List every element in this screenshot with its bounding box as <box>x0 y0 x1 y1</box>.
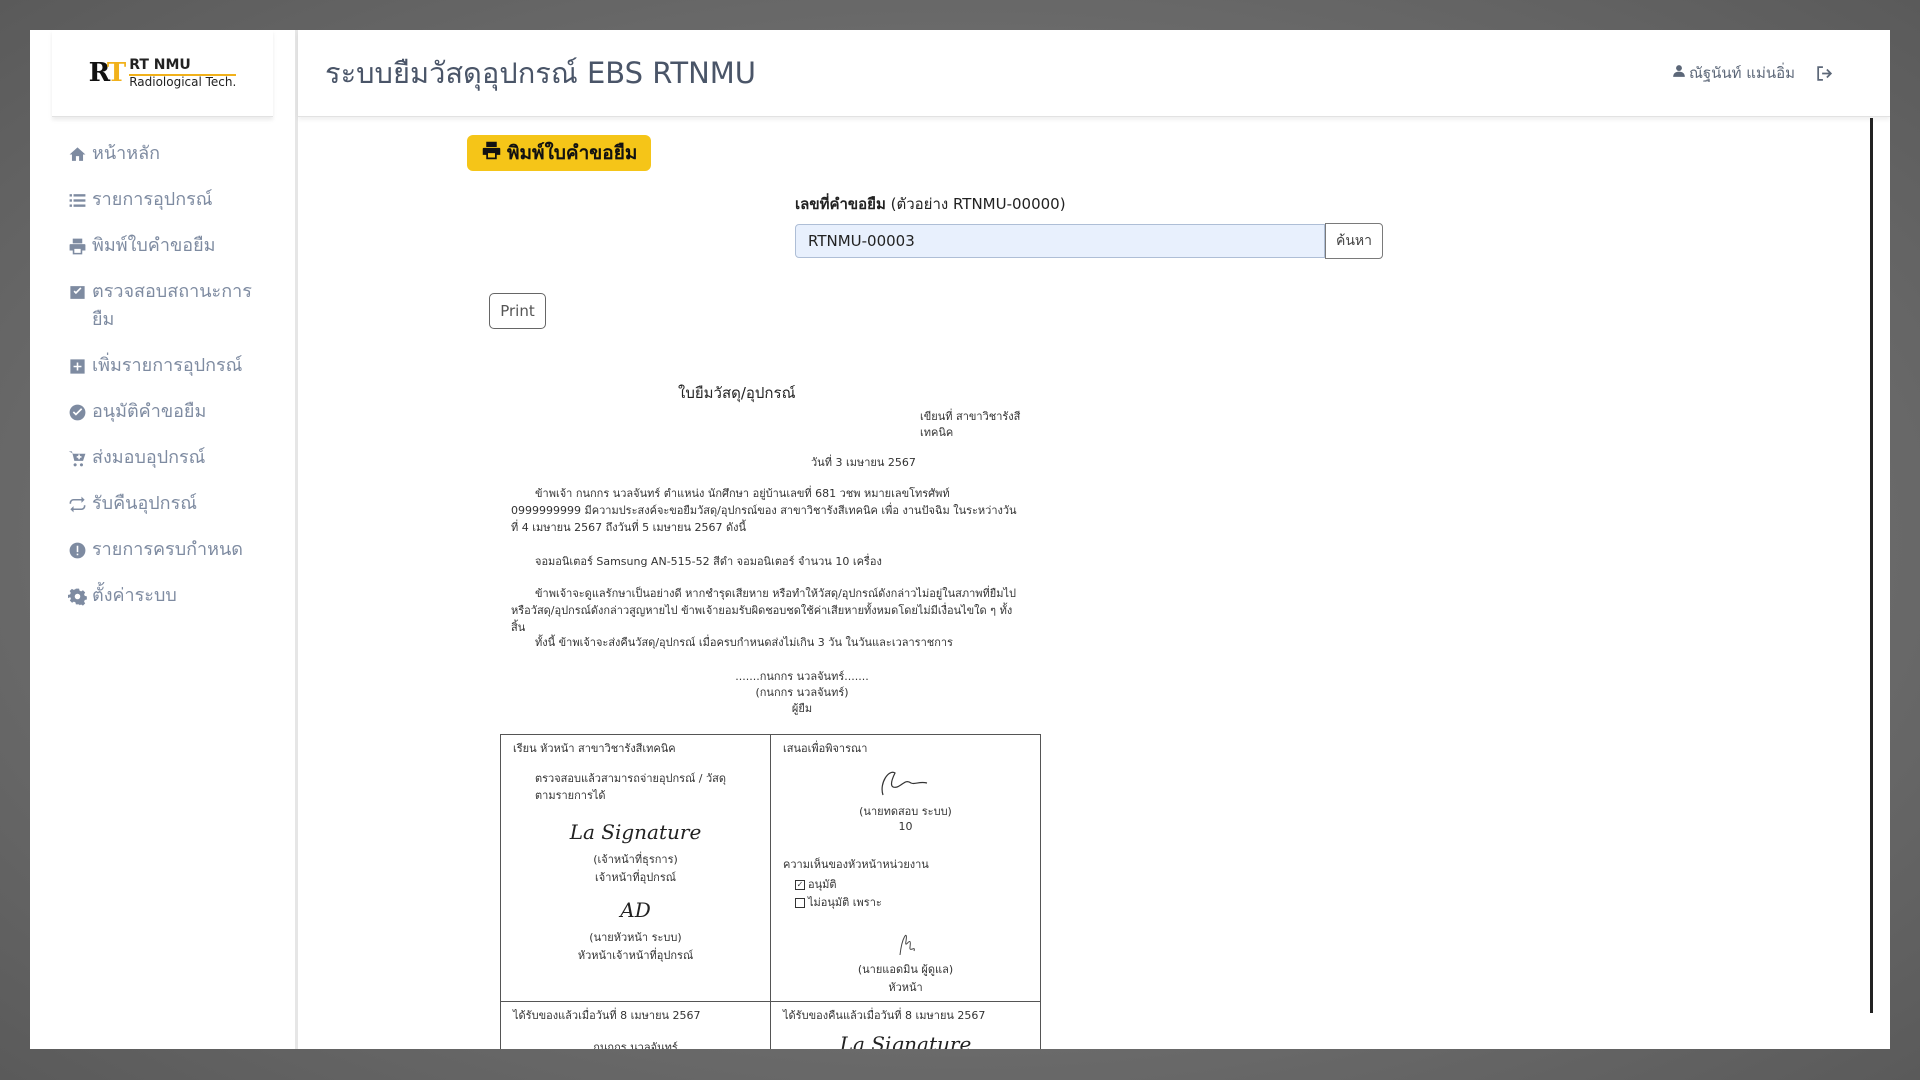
print-button[interactable]: Print <box>489 293 546 329</box>
signer-name: (เจ้าหน้าที่ธุรการ) <box>593 853 678 866</box>
reject-option: ไม่อนุมัติ เพราะ <box>795 893 1028 911</box>
cell-heading: ได้รับของแล้วเมื่อวันที่ 8 เมษายน 2567 <box>513 1009 701 1022</box>
cell-heading: เสนอเพื่อพิจารณา <box>783 742 868 755</box>
request-number-label: เลขที่คำขอยืม (ตัวอย่าง RTNMU-00000) <box>795 192 1066 216</box>
return-icon <box>68 490 88 518</box>
request-number-hint: (ตัวอย่าง RTNMU-00000) <box>885 195 1066 213</box>
user-icon <box>1672 64 1689 82</box>
page-title: ระบบยืมวัสดุอุปกรณ์ EBS RTNMU <box>325 56 757 90</box>
request-number-label-bold: เลขที่คำขอยืม <box>795 195 886 213</box>
sidebar-item-equipment-list[interactable]: รายการอุปกรณ์ <box>30 177 295 223</box>
approval-table: เรียน หัวหน้า สาขาวิชารังสีเทคนิค ตรวจสอ… <box>500 734 1041 1049</box>
sidebar-item-add-equipment[interactable]: เพิ่มรายการอุปกรณ์ <box>30 343 295 389</box>
document-title: ใบยืมวัสดุ/อุปกรณ์ <box>678 384 796 402</box>
logout-icon[interactable] <box>1815 64 1837 83</box>
sidebar: RT RT NMU Radiological Tech. หน้าหลัก รา… <box>30 30 298 1049</box>
received-cell: ได้รับของแล้วเมื่อวันที่ 8 เมษายน 2567 .… <box>500 1001 771 1049</box>
sidebar-item-label: เพิ่มรายการอุปกรณ์ <box>92 355 243 376</box>
receiver-signature: .......กนกกร นวลจันทร์....... <box>568 1041 703 1049</box>
signer-number: 10 <box>898 820 913 833</box>
plus-square-icon <box>68 352 88 380</box>
signature-image <box>783 927 1028 960</box>
sidebar-item-print-request[interactable]: พิมพ์ใบคำขอยืม <box>30 223 295 269</box>
document-paragraph: ข้าพเจ้า กนกกร นวลจันทร์ ตำแหน่ง นักศึกษ… <box>511 487 1017 534</box>
sidebar-item-overdue[interactable]: รายการครบกำหนด <box>30 527 295 573</box>
sidebar-item-check-status[interactable]: ตรวจสอบสถานะการยืม <box>30 269 295 343</box>
cart-icon <box>68 444 88 472</box>
print-request-label: พิมพ์ใบคำขอยืม <box>507 142 638 164</box>
request-number-input[interactable] <box>795 224 1325 258</box>
sidebar-item-deliver-equipment[interactable]: ส่งมอบอุปกรณ์ <box>30 435 295 481</box>
sidebar-item-label: หน้าหลัก <box>92 143 161 164</box>
cell-heading: เรียน หัวหน้า สาขาวิชารังสีเทคนิค <box>513 742 676 755</box>
sidebar-item-label: รายการครบกำหนด <box>92 539 243 560</box>
checked-box-icon: ✓ <box>795 880 805 890</box>
cell-text: ตรวจสอบแล้วสามารถจ่ายอุปกรณ์ / วัสดุตามร… <box>535 772 727 802</box>
brand-subtitle: Radiological Tech. <box>129 74 237 89</box>
inbox-check-icon <box>68 278 88 306</box>
document-paragraph: ทั้งนี้ ข้าพเจ้าจะส่งคืนวัสดุ/อุปกรณ์ เม… <box>535 636 953 649</box>
alert-circle-icon <box>68 536 88 564</box>
signer-name: (นายหัวหน้า ระบบ) <box>589 931 682 944</box>
app-window: RT RT NMU Radiological Tech. หน้าหลัก รา… <box>30 30 1890 1049</box>
print-request-button[interactable]: พิมพ์ใบคำขอยืม <box>467 135 652 171</box>
sidebar-item-label: ตั้งค่าระบบ <box>92 585 177 606</box>
sidebar-item-label: พิมพ์ใบคำขอยืม <box>92 235 216 256</box>
document-paragraph: ข้าพเจ้าจะดูแลรักษาเป็นอย่างดี หากชำรุดเ… <box>511 587 1016 634</box>
sidebar-nav: หน้าหลัก รายการอุปกรณ์ พิมพ์ใบคำขอยืม ตร… <box>30 117 295 619</box>
search-button[interactable]: ค้นหา <box>1325 223 1384 259</box>
signer-name: (นายทดสอบ ระบบ) <box>859 805 952 818</box>
printer-icon <box>481 140 507 166</box>
sidebar-item-return-equipment[interactable]: รับคืนอุปกรณ์ <box>30 481 295 527</box>
borrower-role: ผู้ยืม <box>791 702 813 715</box>
page-scrollbar[interactable] <box>1870 118 1873 1013</box>
sidebar-item-settings[interactable]: ตั้งค่าระบบ <box>30 573 295 619</box>
signer-role: หัวหน้า <box>888 981 923 994</box>
approve-label: อนุมัติ <box>808 878 837 891</box>
opinion-label: ความเห็นของหัวหน้าหน่วยงาน <box>783 858 929 871</box>
sidebar-item-label: ตรวจสอบสถานะการยืม <box>92 281 252 330</box>
reject-label: ไม่อนุมัติ เพราะ <box>808 896 882 909</box>
list-icon <box>68 186 88 214</box>
signature-image: La Signature <box>839 1032 972 1049</box>
approve-option: ✓ อนุมัติ <box>795 875 1028 893</box>
returned-cell: ได้รับของคืนแล้วเมื่อวันที่ 8 เมษายน 256… <box>770 1001 1041 1049</box>
gear-icon <box>68 582 88 610</box>
rt-logo-mark: RT <box>88 58 127 88</box>
printer-icon <box>68 232 88 260</box>
sidebar-item-home[interactable]: หน้าหลัก <box>30 131 295 177</box>
approval-cell-head: เสนอเพื่อพิจารณา (นายทดสอบ ระบบ) 10 ความ… <box>770 734 1041 1002</box>
check-circle-icon <box>68 398 88 426</box>
request-search: ค้นหา <box>795 223 1384 259</box>
approval-cell-staff: เรียน หัวหน้า สาขาวิชารังสีเทคนิค ตรวจสอ… <box>500 734 771 1002</box>
main-content: พิมพ์ใบคำขอยืม เลขที่คำขอยืม (ตัวอย่าง R… <box>298 117 1870 1049</box>
document-place-cont: เทคนิค <box>920 426 954 439</box>
document-item-line: จอมอนิเตอร์ Samsung AN-515-52 สีดำ จอมอน… <box>535 555 882 568</box>
signature-image <box>783 765 1028 802</box>
document-date: วันที่ 3 เมษายน 2567 <box>811 456 916 469</box>
sidebar-item-label: รายการอุปกรณ์ <box>92 189 213 210</box>
home-icon <box>68 140 88 168</box>
user-name[interactable]: ณัฐนันท์ แม่นอิ่ม <box>1689 61 1795 85</box>
signer-role: เจ้าหน้าที่อุปกรณ์ <box>595 871 676 884</box>
signer-name: (นายแอดมิน ผู้ดูแล) <box>857 963 954 976</box>
brand-logo[interactable]: RT RT NMU Radiological Tech. <box>52 30 273 117</box>
sidebar-item-approve-request[interactable]: อนุมัติคำขอยืม <box>30 389 295 435</box>
signer-role: หัวหน้าเจ้าหน้าที่อุปกรณ์ <box>577 949 694 962</box>
signature-image: La Signature <box>569 820 702 844</box>
sidebar-item-label: อนุมัติคำขอยืม <box>92 401 207 422</box>
user-menu: ณัฐนันท์ แม่นอิ่ม <box>1672 30 1837 116</box>
top-bar: ระบบยืมวัสดุอุปกรณ์ EBS RTNMU ณัฐนันท์ แ… <box>298 30 1890 117</box>
sidebar-item-label: รับคืนอุปกรณ์ <box>92 493 197 514</box>
sidebar-item-label: ส่งมอบอุปกรณ์ <box>92 447 206 468</box>
brand-name: RT NMU <box>129 58 237 76</box>
unchecked-box-icon <box>795 898 805 908</box>
signature-image: AD <box>620 898 651 922</box>
cell-heading: ได้รับของคืนแล้วเมื่อวันที่ 8 เมษายน 256… <box>783 1009 986 1022</box>
